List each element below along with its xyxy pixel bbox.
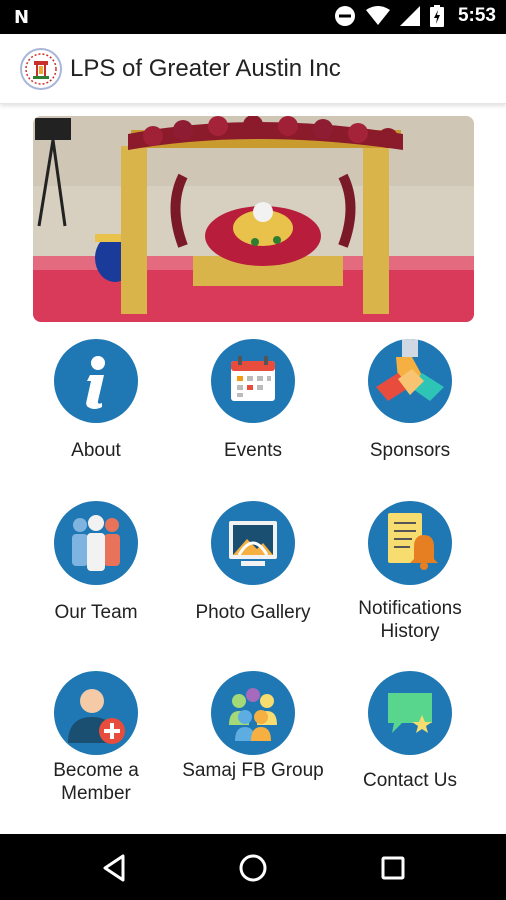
decorated-swing-photo bbox=[33, 116, 474, 322]
events-label: Events bbox=[223, 440, 283, 461]
hero-banner bbox=[33, 116, 474, 322]
system-nav-bar bbox=[0, 834, 506, 900]
home-icon[interactable] bbox=[236, 851, 270, 885]
about-label: About bbox=[71, 440, 121, 461]
info-icon bbox=[54, 339, 138, 423]
about-button[interactable]: About bbox=[16, 339, 176, 479]
our-team-button[interactable]: Our Team bbox=[16, 501, 176, 641]
photo-gallery-icon bbox=[211, 501, 295, 585]
do-not-disturb-icon bbox=[334, 6, 355, 26]
group-icon bbox=[211, 671, 295, 755]
events-button[interactable]: Events bbox=[173, 339, 333, 479]
contact-us-label: Contact Us bbox=[363, 770, 457, 791]
notification-bell-icon bbox=[368, 501, 452, 585]
photo-gallery-label: Photo Gallery bbox=[195, 602, 311, 623]
recents-icon[interactable] bbox=[376, 851, 410, 885]
notifications-history-button[interactable]: Notifications History bbox=[330, 501, 490, 642]
signal-icon bbox=[399, 6, 420, 26]
team-icon bbox=[54, 501, 138, 585]
calendar-icon bbox=[211, 339, 295, 423]
status-bar: N 5:53 bbox=[0, 0, 506, 34]
app-title: LPS of Greater Austin Inc bbox=[70, 55, 341, 82]
wifi-icon bbox=[365, 6, 390, 25]
photo-gallery-button[interactable]: Photo Gallery bbox=[173, 501, 333, 641]
become-a-member-button[interactable]: Become a Member bbox=[16, 671, 176, 811]
notifications-history-label: Notifications History bbox=[358, 598, 462, 642]
notification-n-icon: N bbox=[14, 7, 30, 28]
lps-logo-icon bbox=[20, 48, 62, 90]
samaj-fb-group-button[interactable]: Samaj FB Group bbox=[173, 671, 333, 811]
contact-us-button[interactable]: Contact Us bbox=[330, 671, 490, 811]
sponsors-button[interactable]: Sponsors bbox=[330, 339, 490, 479]
our-team-label: Our Team bbox=[54, 602, 138, 623]
chat-icon bbox=[368, 671, 452, 755]
app-bar: LPS of Greater Austin Inc bbox=[0, 34, 506, 104]
clock: 5:53 bbox=[457, 5, 496, 26]
samaj-fb-group-label: Samaj FB Group bbox=[182, 760, 324, 781]
add-member-icon bbox=[54, 671, 138, 755]
back-icon[interactable] bbox=[97, 851, 131, 885]
become-a-member-label: Become a Member bbox=[53, 760, 139, 804]
sponsors-label: Sponsors bbox=[369, 440, 451, 461]
status-icons: 5:53 bbox=[334, 5, 496, 27]
battery-icon bbox=[429, 5, 444, 27]
handshake-icon bbox=[368, 339, 452, 423]
